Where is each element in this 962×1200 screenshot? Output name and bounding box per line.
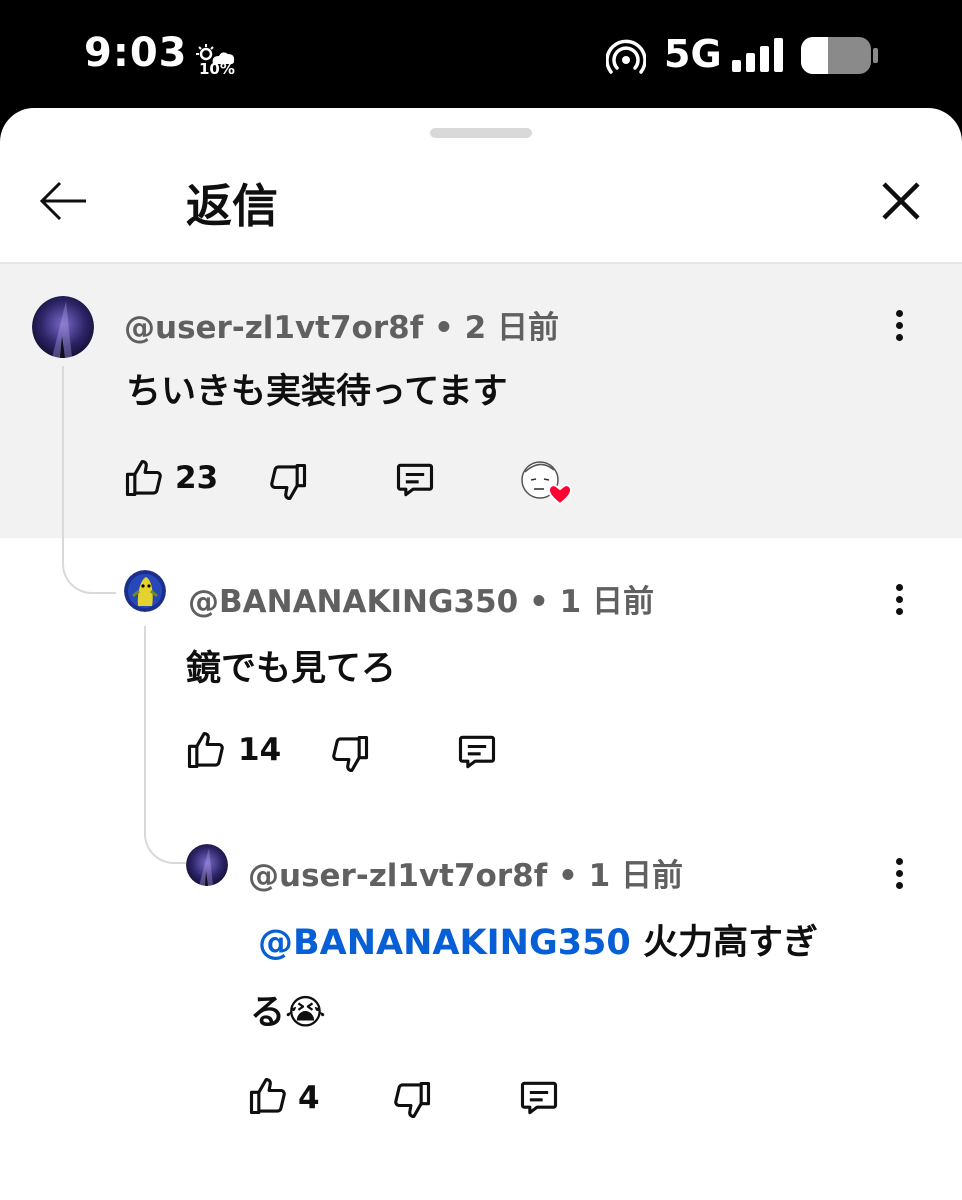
creator-heart-icon bbox=[521, 461, 573, 506]
avatar[interactable] bbox=[124, 570, 166, 612]
thread-connector bbox=[144, 806, 188, 864]
more-options-icon[interactable] bbox=[890, 580, 910, 620]
comment-time: 1 日前 bbox=[588, 858, 683, 894]
reply-icon[interactable] bbox=[454, 730, 500, 774]
comment-text: ちいきも実装待ってます bbox=[126, 372, 508, 412]
reply-icon[interactable] bbox=[392, 458, 438, 502]
close-icon[interactable] bbox=[874, 174, 928, 228]
back-arrow-icon[interactable] bbox=[34, 174, 92, 228]
meta-separator: • bbox=[433, 310, 454, 346]
like-count: 4 bbox=[298, 1080, 320, 1116]
like-count: 23 bbox=[175, 460, 219, 496]
reply-icon[interactable] bbox=[516, 1076, 562, 1120]
comment-text: 鏡でも見てろ bbox=[186, 649, 397, 689]
comment-meta: @user-zl1vt7or8f • 1 日前 bbox=[248, 850, 683, 895]
drag-handle[interactable] bbox=[430, 128, 532, 138]
thread-line bbox=[62, 366, 64, 496]
comment-meta: @user-zl1vt7or8f • 2 日前 bbox=[124, 302, 559, 347]
hotspot-icon bbox=[606, 39, 646, 74]
like-icon[interactable] bbox=[122, 456, 166, 500]
comment-time: 2 日前 bbox=[464, 310, 559, 346]
status-time: 9:03 bbox=[84, 30, 188, 76]
dislike-icon[interactable] bbox=[390, 1078, 434, 1122]
dislike-icon[interactable] bbox=[328, 732, 372, 776]
more-options-icon[interactable] bbox=[890, 854, 910, 894]
like-count: 14 bbox=[238, 732, 282, 768]
avatar[interactable] bbox=[186, 844, 228, 886]
comment-author[interactable]: @user-zl1vt7or8f bbox=[248, 858, 547, 894]
page-title: 返信 bbox=[186, 179, 278, 233]
battery-icon bbox=[801, 37, 878, 74]
weather-percent: 10% bbox=[199, 60, 235, 78]
signal-icon bbox=[732, 38, 783, 72]
meta-separator: • bbox=[557, 858, 578, 894]
more-options-icon[interactable] bbox=[890, 306, 910, 346]
status-bar: 9:03 10% 5G bbox=[0, 0, 962, 108]
comment-meta: @BANANAKING350 • 1 日前 bbox=[188, 576, 654, 621]
comment-author[interactable]: @BANANAKING350 bbox=[188, 584, 518, 620]
dislike-icon[interactable] bbox=[266, 460, 310, 504]
comment-text-line2: る😭 bbox=[250, 993, 326, 1033]
like-icon[interactable] bbox=[246, 1074, 290, 1118]
like-icon[interactable] bbox=[184, 728, 228, 772]
comment-author[interactable]: @user-zl1vt7or8f bbox=[124, 310, 423, 346]
thread-line bbox=[144, 626, 146, 806]
thread-connector bbox=[62, 496, 116, 594]
comment-time: 1 日前 bbox=[559, 584, 654, 620]
network-type: 5G bbox=[664, 32, 722, 76]
comment-text: 火力高すぎ bbox=[642, 923, 818, 963]
meta-separator: • bbox=[528, 584, 549, 620]
comment-text-line1: @BANANAKING350 火力高すぎ bbox=[258, 914, 818, 965]
replies-sheet: 返信 @user-zl1vt7or8f • 2 日前 ちいきも実装待ってます 2… bbox=[0, 108, 962, 1200]
avatar[interactable] bbox=[32, 296, 94, 358]
mention-link[interactable]: @BANANAKING350 bbox=[258, 923, 631, 963]
